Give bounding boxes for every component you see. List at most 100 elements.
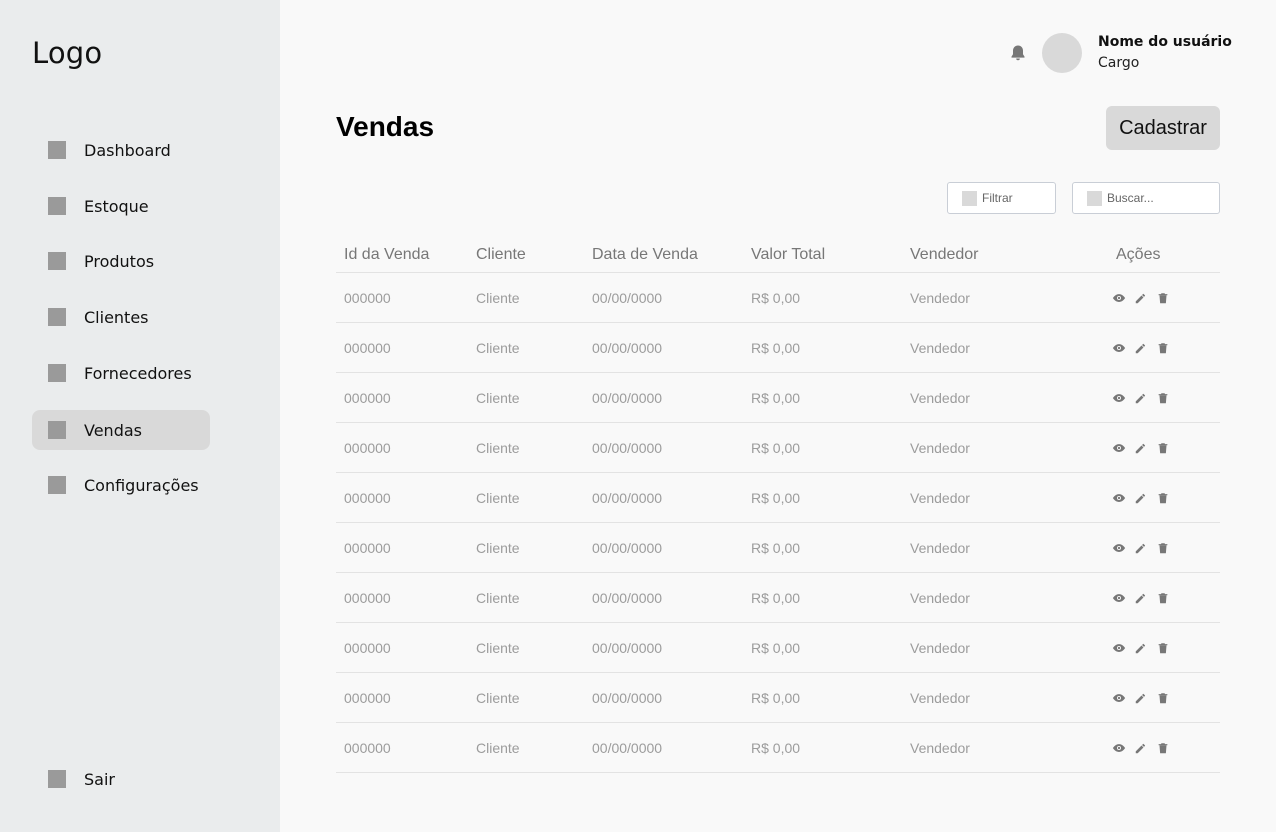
- view-icon[interactable]: [1112, 541, 1126, 555]
- delete-icon[interactable]: [1156, 291, 1170, 305]
- row-actions: [1112, 391, 1170, 405]
- sair-icon: [48, 770, 66, 788]
- sidebar-item-dashboard[interactable]: Dashboard: [32, 130, 210, 170]
- table-header: Id da Venda Cliente Data de Venda Valor …: [336, 238, 1220, 273]
- delete-icon[interactable]: [1156, 741, 1170, 755]
- search-box: [1072, 182, 1220, 214]
- edit-icon[interactable]: [1134, 491, 1148, 505]
- cell-id: 000000: [344, 590, 391, 606]
- delete-icon[interactable]: [1156, 341, 1170, 355]
- view-icon[interactable]: [1112, 741, 1126, 755]
- cell-cliente: Cliente: [476, 340, 520, 356]
- cell-vendedor: Vendedor: [910, 440, 970, 456]
- delete-icon[interactable]: [1156, 591, 1170, 605]
- cell-vendedor: Vendedor: [910, 490, 970, 506]
- delete-icon[interactable]: [1156, 691, 1170, 705]
- view-icon[interactable]: [1112, 441, 1126, 455]
- view-icon[interactable]: [1112, 591, 1126, 605]
- cell-id: 000000: [344, 740, 391, 756]
- cell-data: 00/00/0000: [592, 440, 663, 456]
- cell-data: 00/00/0000: [592, 490, 663, 506]
- column-header-valor: Valor Total: [751, 246, 826, 263]
- logo: Logo: [32, 36, 103, 70]
- row-actions: [1112, 591, 1170, 605]
- cell-vendedor: Vendedor: [910, 590, 970, 606]
- vendas-icon: [48, 421, 66, 439]
- cell-vendedor: Vendedor: [910, 290, 970, 306]
- view-icon[interactable]: [1112, 341, 1126, 355]
- sidebar-item-label: Sair: [84, 769, 115, 789]
- cell-cliente: Cliente: [476, 490, 520, 506]
- view-icon[interactable]: [1112, 491, 1126, 505]
- sidebar-item-clientes[interactable]: Clientes: [32, 297, 210, 337]
- cell-data: 00/00/0000: [592, 390, 663, 406]
- configuracoes-icon: [48, 476, 66, 494]
- cell-cliente: Cliente: [476, 590, 520, 606]
- cell-cliente: Cliente: [476, 690, 520, 706]
- cell-cliente: Cliente: [476, 390, 520, 406]
- row-actions: [1112, 641, 1170, 655]
- edit-icon[interactable]: [1134, 691, 1148, 705]
- delete-icon[interactable]: [1156, 391, 1170, 405]
- cell-id: 000000: [344, 540, 391, 556]
- cell-cliente: Cliente: [476, 440, 520, 456]
- sidebar-item-label: Dashboard: [84, 140, 171, 160]
- edit-icon[interactable]: [1134, 741, 1148, 755]
- table-row: 000000 Cliente 00/00/0000 R$ 0,00 Vendedor: [336, 523, 1220, 573]
- cell-data: 00/00/0000: [592, 340, 663, 356]
- cell-vendedor: Vendedor: [910, 340, 970, 356]
- view-icon[interactable]: [1112, 391, 1126, 405]
- column-header-data: Data de Venda: [592, 246, 698, 263]
- cell-valor: R$ 0,00: [751, 340, 801, 356]
- create-button[interactable]: Cadastrar: [1106, 106, 1220, 150]
- sidebar-item-label: Clientes: [84, 307, 149, 327]
- filter-button[interactable]: Filtrar: [947, 182, 1056, 214]
- cell-valor: R$ 0,00: [751, 740, 801, 756]
- sidebar-item-estoque[interactable]: Estoque: [32, 186, 210, 226]
- sidebar-item-label: Produtos: [84, 251, 155, 271]
- delete-icon[interactable]: [1156, 641, 1170, 655]
- clientes-icon: [48, 308, 66, 326]
- sidebar-item-label: Estoque: [84, 196, 149, 216]
- edit-icon[interactable]: [1134, 291, 1148, 305]
- bell-icon[interactable]: [1008, 43, 1028, 63]
- table-row: 000000 Cliente 00/00/0000 R$ 0,00 Vendedor: [336, 573, 1220, 623]
- edit-icon[interactable]: [1134, 591, 1148, 605]
- user-name: Nome do usuário: [1098, 34, 1232, 50]
- edit-icon[interactable]: [1134, 441, 1148, 455]
- cell-data: 00/00/0000: [592, 290, 663, 306]
- edit-icon[interactable]: [1134, 541, 1148, 555]
- row-actions: [1112, 691, 1170, 705]
- sidebar-item-configuracoes[interactable]: Configurações: [32, 465, 210, 505]
- delete-icon[interactable]: [1156, 441, 1170, 455]
- column-header-id: Id da Venda: [344, 246, 430, 263]
- cell-vendedor: Vendedor: [910, 740, 970, 756]
- cell-vendedor: Vendedor: [910, 640, 970, 656]
- avatar[interactable]: [1042, 33, 1082, 73]
- sidebar-item-label: Fornecedores: [84, 363, 192, 383]
- delete-icon[interactable]: [1156, 491, 1170, 505]
- filter-label: Filtrar: [982, 191, 1013, 205]
- row-actions: [1112, 441, 1170, 455]
- row-actions: [1112, 341, 1170, 355]
- sidebar-item-vendas[interactable]: Vendas: [32, 410, 210, 450]
- sidebar-item-sair[interactable]: Sair: [32, 759, 210, 799]
- view-icon[interactable]: [1112, 691, 1126, 705]
- cell-data: 00/00/0000: [592, 690, 663, 706]
- edit-icon[interactable]: [1134, 391, 1148, 405]
- sidebar-item-fornecedores[interactable]: Fornecedores: [32, 353, 210, 393]
- edit-icon[interactable]: [1134, 341, 1148, 355]
- sidebar-item-produtos[interactable]: Produtos: [32, 241, 210, 281]
- row-actions: [1112, 291, 1170, 305]
- filter-icon: [962, 190, 977, 206]
- cell-vendedor: Vendedor: [910, 690, 970, 706]
- view-icon[interactable]: [1112, 291, 1126, 305]
- search-input[interactable]: [1107, 191, 1217, 205]
- column-header-cliente: Cliente: [476, 246, 526, 263]
- view-icon[interactable]: [1112, 641, 1126, 655]
- delete-icon[interactable]: [1156, 541, 1170, 555]
- cell-id: 000000: [344, 490, 391, 506]
- cell-id: 000000: [344, 690, 391, 706]
- edit-icon[interactable]: [1134, 641, 1148, 655]
- table-body: 000000 Cliente 00/00/0000 R$ 0,00 Vendedor 00…: [336, 273, 1220, 773]
